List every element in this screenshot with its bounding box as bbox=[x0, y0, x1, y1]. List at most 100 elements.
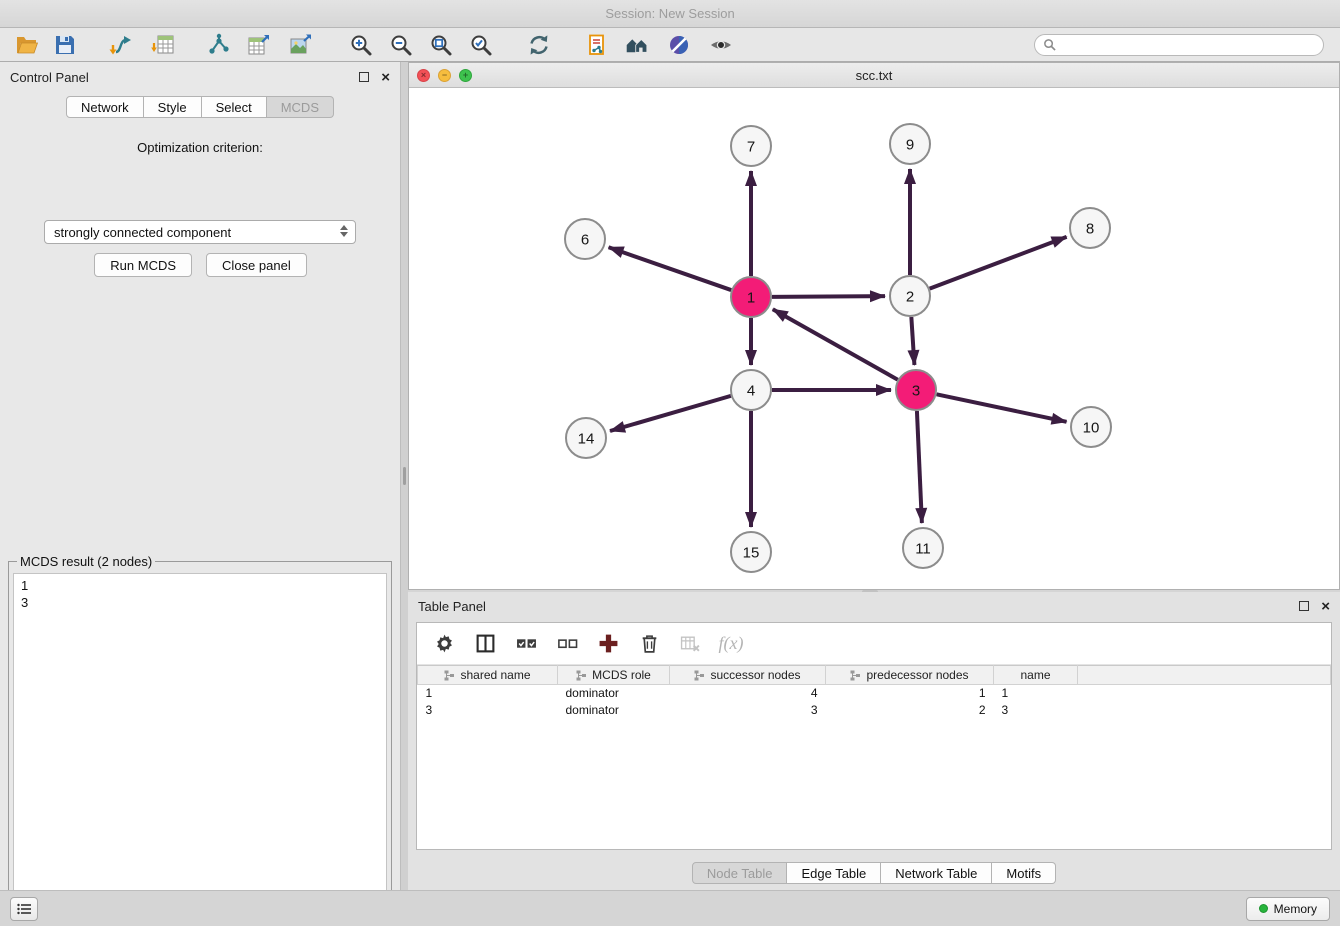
graph-edge-3-1[interactable] bbox=[773, 309, 898, 379]
graph-node-1[interactable]: 1 bbox=[731, 277, 771, 317]
close-panel-button[interactable]: Close panel bbox=[206, 253, 307, 277]
graph-node-11[interactable]: 11 bbox=[903, 528, 943, 568]
graph-node-label: 3 bbox=[912, 382, 920, 399]
table-row[interactable]: 3 dominator 3 2 3 bbox=[418, 702, 1331, 719]
graph-edge-3-11[interactable] bbox=[917, 411, 922, 523]
add-column-icon[interactable] bbox=[595, 631, 621, 657]
float-table-panel-icon[interactable] bbox=[1299, 601, 1309, 611]
zoom-fit-icon[interactable] bbox=[426, 30, 456, 60]
cell-mcds-role[interactable]: dominator bbox=[558, 685, 670, 702]
column-header-successor-nodes[interactable]: successor nodes bbox=[670, 666, 826, 685]
graph-node-label: 14 bbox=[578, 430, 595, 447]
cell-predecessor-nodes[interactable]: 1 bbox=[826, 685, 994, 702]
graph-node-label: 11 bbox=[915, 540, 931, 557]
gear-icon[interactable] bbox=[431, 631, 457, 657]
zoom-out-icon[interactable] bbox=[386, 30, 416, 60]
cell-name[interactable]: 1 bbox=[994, 685, 1078, 702]
graph-edge-1-6[interactable] bbox=[609, 247, 732, 290]
deselect-all-icon[interactable] bbox=[554, 631, 580, 657]
network-graph-canvas[interactable]: 7 9 6 8 1 2 4 3 14 10 15 11 bbox=[409, 88, 1339, 589]
attribute-icon bbox=[576, 670, 587, 681]
tab-network[interactable]: Network bbox=[66, 96, 144, 118]
refresh-icon[interactable] bbox=[524, 30, 554, 60]
show-hide-icon[interactable] bbox=[706, 30, 736, 60]
graph-edge-1-2[interactable] bbox=[772, 296, 885, 297]
search-box[interactable] bbox=[1034, 34, 1324, 56]
new-network-icon[interactable] bbox=[204, 30, 234, 60]
tab-style[interactable]: Style bbox=[144, 96, 202, 118]
close-window-icon[interactable]: × bbox=[417, 69, 430, 82]
graph-node-4[interactable]: 4 bbox=[731, 370, 771, 410]
network-from-selection-icon[interactable] bbox=[582, 30, 612, 60]
cell-shared-name[interactable]: 3 bbox=[418, 702, 558, 719]
tab-network-table[interactable]: Network Table bbox=[881, 862, 992, 884]
memory-button-label: Memory bbox=[1274, 902, 1317, 916]
optimization-criterion-dropdown[interactable]: strongly connected component bbox=[44, 220, 356, 244]
column-header-shared-name[interactable]: shared name bbox=[418, 666, 558, 685]
export-image-icon[interactable] bbox=[286, 30, 316, 60]
graph-edge-2-3[interactable] bbox=[911, 317, 914, 365]
vertical-splitter[interactable] bbox=[401, 62, 408, 890]
close-table-panel-icon[interactable]: × bbox=[1321, 599, 1330, 614]
minimize-window-icon[interactable]: − bbox=[438, 69, 451, 82]
split-column-icon[interactable] bbox=[472, 631, 498, 657]
cell-shared-name[interactable]: 1 bbox=[418, 685, 558, 702]
column-header-mcds-role[interactable]: MCDS role bbox=[558, 666, 670, 685]
delete-table-icon[interactable] bbox=[677, 631, 703, 657]
graph-node-6[interactable]: 6 bbox=[565, 219, 605, 259]
select-all-icon[interactable] bbox=[513, 631, 539, 657]
graph-edge-3-10[interactable] bbox=[937, 394, 1067, 421]
graph-node-14[interactable]: 14 bbox=[566, 418, 606, 458]
mcds-result-list[interactable]: 1 3 bbox=[13, 573, 387, 926]
graph-node-label: 7 bbox=[747, 138, 755, 155]
column-header-predecessor-nodes[interactable]: predecessor nodes bbox=[826, 666, 994, 685]
import-network-icon[interactable] bbox=[106, 30, 136, 60]
import-table-icon[interactable] bbox=[148, 30, 178, 60]
column-header-name[interactable]: name bbox=[994, 666, 1078, 685]
cell-name[interactable]: 3 bbox=[994, 702, 1078, 719]
graph-node-2[interactable]: 2 bbox=[890, 276, 930, 316]
main-toolbar bbox=[0, 28, 1340, 62]
graph-node-8[interactable]: 8 bbox=[1070, 208, 1110, 248]
tab-edge-table[interactable]: Edge Table bbox=[787, 862, 881, 884]
network-view-window: scc.txt × − + 7968124314101511 bbox=[408, 62, 1340, 590]
graph-edge-2-8[interactable] bbox=[930, 237, 1067, 289]
cell-mcds-role[interactable]: dominator bbox=[558, 702, 670, 719]
run-mcds-button[interactable]: Run MCDS bbox=[94, 253, 192, 277]
float-panel-icon[interactable] bbox=[359, 72, 369, 82]
graph-edge-4-14[interactable] bbox=[610, 396, 731, 431]
zoom-in-icon[interactable] bbox=[346, 30, 376, 60]
graph-node-15[interactable]: 15 bbox=[731, 532, 771, 572]
close-panel-icon[interactable]: × bbox=[381, 70, 390, 85]
cell-successor-nodes[interactable]: 4 bbox=[670, 685, 826, 702]
mcds-result-group: MCDS result (2 nodes) 1 3 bbox=[8, 554, 392, 926]
node-table: shared name MCDS role successor nodes pr… bbox=[417, 665, 1331, 719]
search-icon bbox=[1043, 38, 1056, 51]
graph-node-7[interactable]: 7 bbox=[731, 126, 771, 166]
graph-node-3[interactable]: 3 bbox=[896, 370, 936, 410]
maximize-window-icon[interactable]: + bbox=[459, 69, 472, 82]
cell-successor-nodes[interactable]: 3 bbox=[670, 702, 826, 719]
optimization-criterion-label: Optimization criterion: bbox=[0, 140, 400, 155]
graph-node-9[interactable]: 9 bbox=[890, 124, 930, 164]
tab-motifs[interactable]: Motifs bbox=[992, 862, 1056, 884]
tab-select[interactable]: Select bbox=[202, 96, 267, 118]
layout-icon[interactable] bbox=[622, 30, 652, 60]
memory-button[interactable]: Memory bbox=[1246, 897, 1330, 921]
function-builder-icon[interactable]: f(x) bbox=[718, 631, 744, 657]
open-folder-icon[interactable] bbox=[12, 30, 42, 60]
task-history-button[interactable] bbox=[10, 897, 38, 921]
graph-node-label: 1 bbox=[747, 289, 755, 306]
save-session-icon[interactable] bbox=[50, 30, 80, 60]
export-table-icon[interactable] bbox=[244, 30, 274, 60]
cell-predecessor-nodes[interactable]: 2 bbox=[826, 702, 994, 719]
graph-node-10[interactable]: 10 bbox=[1071, 407, 1111, 447]
tab-mcds[interactable]: MCDS bbox=[267, 96, 334, 118]
filter-icon[interactable] bbox=[664, 30, 694, 60]
delete-column-icon[interactable] bbox=[636, 631, 662, 657]
tab-node-table[interactable]: Node Table bbox=[692, 862, 788, 884]
table-row[interactable]: 1 dominator 4 1 1 bbox=[418, 685, 1331, 702]
app-titlebar: Session: New Session bbox=[0, 0, 1340, 28]
zoom-selected-icon[interactable] bbox=[466, 30, 496, 60]
search-input[interactable] bbox=[1056, 38, 1315, 52]
